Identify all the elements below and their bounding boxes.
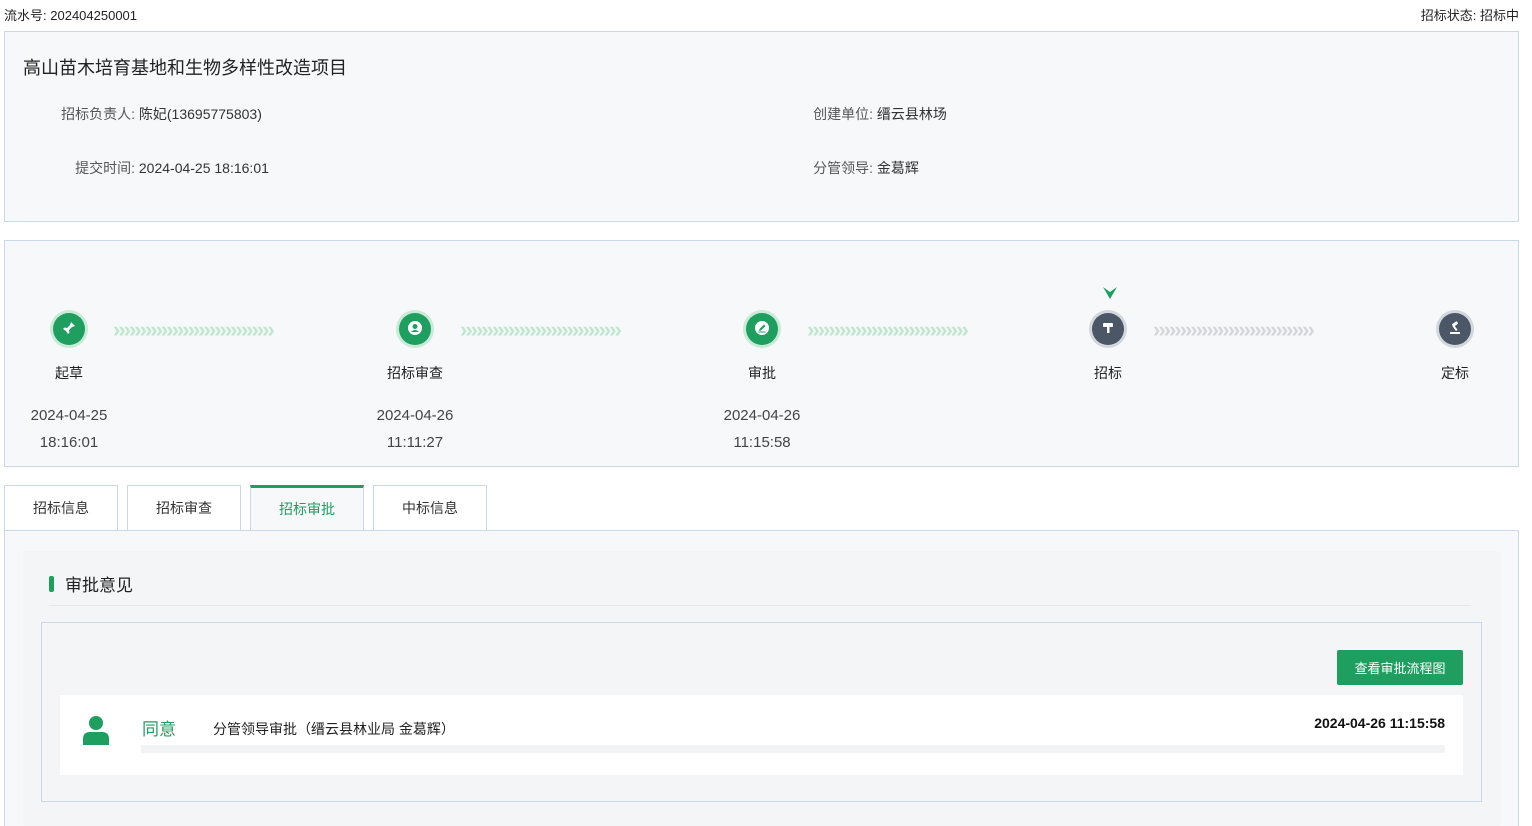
info-value: 金葛辉 <box>876 160 919 176</box>
tab-winning-info[interactable]: 中标信息 <box>373 485 487 531</box>
info-leader: 分管领导: 金葛辉 <box>793 158 919 178</box>
approval-opinion-panel: 审批意见 查看审批流程图 同意 分管领导审批（缙云县林业局 金葛辉） 2024-… <box>23 551 1501 826</box>
step-time: 11:11:27 <box>386 434 444 451</box>
info-label: 提交时间: <box>75 160 135 176</box>
step-status-done <box>399 313 431 345</box>
step-connector-todo: ›››››››››››››››››››››››››››››› <box>1153 317 1315 342</box>
opinion-time: 2024-04-26 11:15:58 <box>1314 715 1445 731</box>
tab-bid-info[interactable]: 招标信息 <box>4 485 118 531</box>
step-time: 18:16:01 <box>39 434 99 451</box>
info-label: 创建单位: <box>813 106 873 122</box>
step-status-todo <box>1439 313 1471 345</box>
step-date: 2024-04-26 <box>376 407 454 424</box>
info-value: 陈妃(13695775803) <box>138 106 262 122</box>
project-title: 高山苗木培育基地和生物多样性改造项目 <box>23 58 347 78</box>
opinion-result: 同意 <box>142 720 176 739</box>
gavel-icon <box>1447 320 1463 339</box>
step-connector-done: ›››››››››››››››››››››››››››››› <box>807 317 969 342</box>
bid-status: 招标状态: 招标中 <box>1421 5 1519 24</box>
step-date: 2024-04-25 <box>30 407 108 424</box>
step-status-done <box>53 313 85 345</box>
progress-steps: 起草 2024-04-25 18:16:01 ›››››››››››››››››… <box>4 240 1519 467</box>
serial-number: 流水号: 202404250001 <box>4 5 137 24</box>
step-name: 招标审查 <box>387 365 443 381</box>
status-label: 招标状态: <box>1420 8 1477 23</box>
step-name: 定标 <box>1441 365 1469 381</box>
tab-bid-approval[interactable]: 招标审批 <box>250 485 364 531</box>
opinion-description: 分管领导审批（缙云县林业局 金葛辉） <box>213 721 455 737</box>
tab-bid-review[interactable]: 招标审查 <box>127 485 241 531</box>
opinion-list: 查看审批流程图 同意 分管领导审批（缙云县林业局 金葛辉） 2024-04-26… <box>41 622 1482 802</box>
pin-icon <box>61 320 77 339</box>
step-approval: 审批 2024-04-26 11:15:58 <box>702 241 822 468</box>
step-connector-done: ›››››››››››››››››››››››››››››› <box>113 317 275 342</box>
serial-label: 流水号: <box>4 8 47 23</box>
step-connector-done: ›››››››››››››››››››››››››››››› <box>460 317 622 342</box>
info-label: 分管领导: <box>813 160 873 176</box>
step-status-done <box>746 313 778 345</box>
section-title: 审批意见 <box>49 571 133 596</box>
step-name: 审批 <box>748 365 776 381</box>
view-approval-flow-button[interactable]: 查看审批流程图 <box>1337 650 1463 685</box>
info-value: 缙云县林场 <box>876 106 947 122</box>
hammer-icon <box>1100 320 1116 339</box>
info-bid-owner: 招标负责人: 陈妃(13695775803) <box>55 104 262 124</box>
step-status-current <box>1092 313 1124 345</box>
user-avatar-icon <box>82 715 110 745</box>
divider <box>49 605 1471 606</box>
opinion-comment-area <box>141 745 1445 753</box>
tab-content: 审批意见 查看审批流程图 同意 分管领导审批（缙云县林业局 金葛辉） 2024-… <box>4 530 1519 826</box>
info-submit-time: 提交时间: 2024-04-25 18:16:01 <box>55 158 269 178</box>
step-bid-review: 招标审查 2024-04-26 11:11:27 <box>355 241 475 468</box>
step-name: 起草 <box>55 365 83 381</box>
section-title-bar <box>49 575 54 592</box>
status-value: 招标中 <box>1479 8 1519 23</box>
top-bar: 流水号: 202404250001 招标状态: 招标中 <box>0 0 1532 26</box>
user-icon <box>407 320 423 339</box>
step-bidding: 招标 <box>1048 241 1168 468</box>
step-time: 11:15:58 <box>733 434 791 451</box>
step-draft: 起草 2024-04-25 18:16:01 <box>9 241 129 468</box>
serial-value: 202404250001 <box>50 8 138 23</box>
step-award: 定标 <box>1395 241 1515 468</box>
info-value: 2024-04-25 18:16:01 <box>138 160 269 176</box>
step-name: 招标 <box>1094 365 1122 381</box>
section-title-text: 审批意见 <box>65 576 133 595</box>
pen-icon <box>754 320 770 339</box>
step-date: 2024-04-26 <box>723 407 801 424</box>
project-info-panel: 高山苗木培育基地和生物多样性改造项目 招标负责人: 陈妃(13695775803… <box>4 31 1519 222</box>
info-label: 招标负责人: <box>61 106 135 122</box>
info-creator-unit: 创建单位: 缙云县林场 <box>793 104 947 124</box>
opinion-record: 同意 分管领导审批（缙云县林业局 金葛辉） 2024-04-26 11:15:5… <box>60 695 1463 775</box>
